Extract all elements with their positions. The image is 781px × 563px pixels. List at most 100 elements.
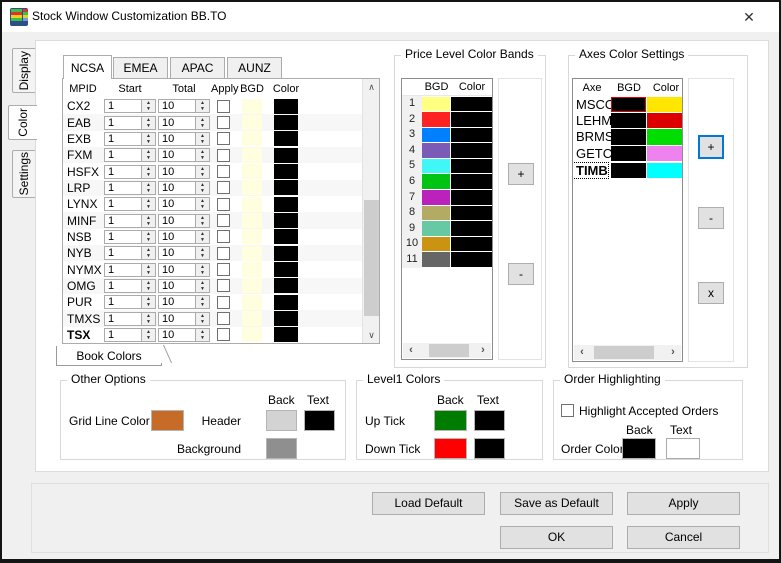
- band-bgd-swatch[interactable]: [422, 143, 450, 158]
- apply-checkbox[interactable]: [217, 214, 230, 227]
- start-spinner[interactable]: 1▲▼: [104, 181, 156, 195]
- start-spinner[interactable]: 1▲▼: [104, 328, 156, 342]
- band-color-swatch[interactable]: [451, 190, 492, 205]
- total-spinner[interactable]: 10▲▼: [158, 230, 210, 244]
- spin-value[interactable]: 10: [158, 197, 196, 211]
- band-color-swatch[interactable]: [451, 237, 492, 252]
- spin-down-icon[interactable]: ▼: [196, 188, 209, 194]
- start-spinner[interactable]: 1▲▼: [104, 246, 156, 260]
- total-spinner[interactable]: 10▲▼: [158, 214, 210, 228]
- total-spinner[interactable]: 10▲▼: [158, 99, 210, 113]
- start-spinner[interactable]: 1▲▼: [104, 312, 156, 326]
- axe-bgd-swatch[interactable]: [611, 97, 646, 112]
- spin-value[interactable]: 1: [104, 312, 142, 326]
- color-swatch[interactable]: [274, 246, 298, 261]
- spin-value[interactable]: 10: [158, 214, 196, 228]
- color-swatch[interactable]: [274, 262, 298, 277]
- color-swatch[interactable]: [274, 164, 298, 179]
- spin-down-icon[interactable]: ▼: [142, 139, 155, 145]
- axe-bgd-swatch[interactable]: [611, 163, 646, 178]
- apply-checkbox[interactable]: [217, 100, 230, 113]
- bgd-swatch[interactable]: [242, 164, 262, 179]
- bgd-swatch[interactable]: [242, 295, 262, 310]
- start-spinner[interactable]: 1▲▼: [104, 230, 156, 244]
- spin-value[interactable]: 10: [158, 246, 196, 260]
- up-tick-text-swatch[interactable]: [474, 410, 505, 431]
- axe-color-swatch[interactable]: [647, 113, 683, 128]
- scrollbar-thumb[interactable]: [364, 200, 379, 316]
- spin-value[interactable]: 1: [104, 214, 142, 228]
- highlight-accepted-orders-checkbox[interactable]: [561, 404, 574, 417]
- color-swatch[interactable]: [274, 213, 298, 228]
- total-spinner[interactable]: 10▲▼: [158, 181, 210, 195]
- order-color-text-swatch[interactable]: [666, 438, 700, 459]
- scroll-right-icon[interactable]: ›: [475, 343, 491, 358]
- order-color-back-swatch[interactable]: [622, 438, 656, 459]
- save-as-default-button[interactable]: Save as Default: [500, 492, 613, 515]
- spin-down-icon[interactable]: ▼: [142, 155, 155, 161]
- tab-settings[interactable]: Settings: [12, 150, 36, 198]
- spin-value[interactable]: 10: [158, 312, 196, 326]
- spin-value[interactable]: 10: [158, 279, 196, 293]
- bgd-swatch[interactable]: [242, 115, 262, 130]
- start-spinner[interactable]: 1▲▼: [104, 165, 156, 179]
- start-spinner[interactable]: 1▲▼: [104, 99, 156, 113]
- scroll-left-icon[interactable]: ‹: [574, 345, 590, 360]
- apply-checkbox[interactable]: [217, 247, 230, 260]
- spin-down-icon[interactable]: ▼: [196, 237, 209, 243]
- color-swatch[interactable]: [274, 229, 298, 244]
- bgd-swatch[interactable]: [242, 229, 262, 244]
- spin-value[interactable]: 1: [104, 328, 142, 342]
- band-color-swatch[interactable]: [451, 252, 492, 267]
- spin-value[interactable]: 10: [158, 230, 196, 244]
- spin-down-icon[interactable]: ▼: [196, 155, 209, 161]
- color-swatch[interactable]: [274, 327, 298, 342]
- close-icon[interactable]: ✕: [733, 6, 765, 28]
- apply-checkbox[interactable]: [217, 181, 230, 194]
- header-back-swatch[interactable]: [266, 410, 297, 431]
- spin-down-icon[interactable]: ▼: [196, 221, 209, 227]
- axe-bgd-swatch[interactable]: [611, 146, 646, 161]
- total-spinner[interactable]: 10▲▼: [158, 279, 210, 293]
- band-bgd-swatch[interactable]: [422, 221, 450, 236]
- bgd-swatch[interactable]: [242, 131, 262, 146]
- spin-down-icon[interactable]: ▼: [142, 270, 155, 276]
- color-swatch[interactable]: [274, 311, 298, 326]
- spin-down-icon[interactable]: ▼: [142, 253, 155, 259]
- spin-value[interactable]: 1: [104, 99, 142, 113]
- spin-value[interactable]: 10: [158, 263, 196, 277]
- band-bgd-swatch[interactable]: [422, 159, 450, 174]
- spin-value[interactable]: 1: [104, 263, 142, 277]
- total-spinner[interactable]: 10▲▼: [158, 165, 210, 179]
- spin-down-icon[interactable]: ▼: [196, 270, 209, 276]
- add-band-button[interactable]: +: [508, 163, 534, 185]
- tab-display[interactable]: Display: [12, 48, 36, 93]
- spin-down-icon[interactable]: ▼: [196, 302, 209, 308]
- spin-value[interactable]: 1: [104, 165, 142, 179]
- band-color-swatch[interactable]: [451, 128, 492, 143]
- spin-down-icon[interactable]: ▼: [142, 106, 155, 112]
- axe-label[interactable]: BRMS: [573, 129, 611, 144]
- color-swatch[interactable]: [274, 197, 298, 212]
- spin-value[interactable]: 10: [158, 132, 196, 146]
- remove-band-button[interactable]: -: [508, 263, 534, 285]
- scroll-down-icon[interactable]: ∨: [363, 327, 380, 343]
- band-color-swatch[interactable]: [451, 143, 492, 158]
- total-spinner[interactable]: 10▲▼: [158, 295, 210, 309]
- spin-value[interactable]: 1: [104, 197, 142, 211]
- total-spinner[interactable]: 10▲▼: [158, 328, 210, 342]
- bgd-swatch[interactable]: [242, 180, 262, 195]
- axe-label[interactable]: TIMB: [573, 163, 608, 178]
- spin-value[interactable]: 10: [158, 165, 196, 179]
- bgd-swatch[interactable]: [242, 148, 262, 163]
- tab-aunz[interactable]: AUNZ: [227, 57, 282, 79]
- band-color-swatch[interactable]: [451, 112, 492, 127]
- spin-value[interactable]: 1: [104, 295, 142, 309]
- spin-value[interactable]: 10: [158, 181, 196, 195]
- color-swatch[interactable]: [274, 278, 298, 293]
- spin-value[interactable]: 10: [158, 116, 196, 130]
- axe-color-swatch[interactable]: [647, 146, 683, 161]
- band-color-swatch[interactable]: [451, 206, 492, 221]
- bgd-swatch[interactable]: [242, 311, 262, 326]
- down-tick-back-swatch[interactable]: [434, 438, 467, 459]
